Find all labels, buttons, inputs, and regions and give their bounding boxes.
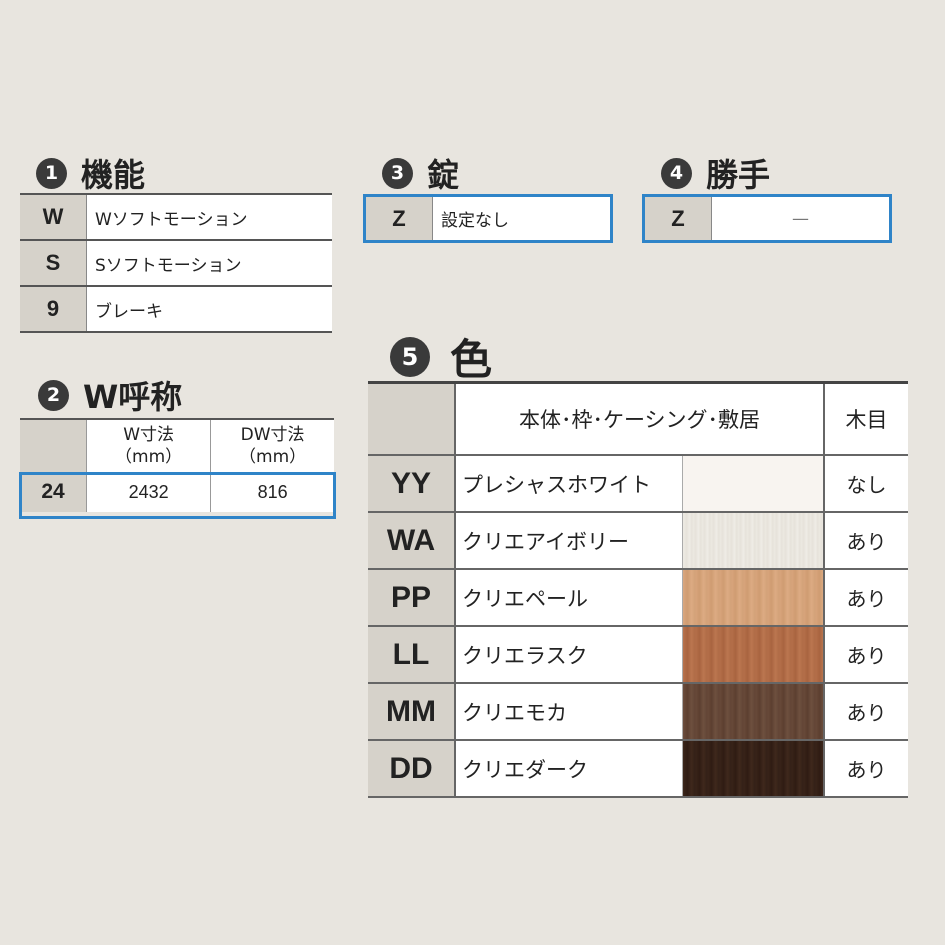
wood-grain-value: あり <box>823 626 908 684</box>
color-code: YY <box>368 455 456 513</box>
color-code: MM <box>368 683 456 741</box>
wood-grain-value: あり <box>823 569 908 627</box>
function-label: ブレーキ <box>86 286 332 333</box>
table-row: YY プレシャスホワイト なし <box>368 455 908 513</box>
color-code: WA <box>368 512 456 570</box>
handing-code: Z <box>645 197 712 240</box>
color-name: クリエアイボリー <box>455 512 683 570</box>
color-name: クリエペール <box>455 569 683 627</box>
handing-label: — <box>712 197 889 240</box>
table-header-row: W寸法 （mm） DW寸法 （mm） <box>20 419 334 472</box>
table-row: 9 ブレーキ <box>20 286 332 333</box>
function-label: Sソフトモーション <box>86 240 332 287</box>
section-handing-label: 勝手 <box>706 156 771 194</box>
table-row: W Wソフトモーション <box>20 194 332 241</box>
lock-selection: Z 設定なし <box>363 194 613 243</box>
header-body-frame: 本体･枠･ケーシング･敷居 <box>455 382 825 456</box>
wood-grain-value: あり <box>823 740 908 798</box>
handing-selection: Z — <box>642 194 892 243</box>
section-color-title: 5 色 <box>390 326 492 387</box>
w-size-value: 2432 <box>86 472 212 512</box>
color-swatch <box>682 740 824 798</box>
lock-code: Z <box>366 197 433 240</box>
table-row: S Sソフトモーション <box>20 240 332 287</box>
color-swatch <box>682 569 824 627</box>
color-name: クリエダーク <box>455 740 683 798</box>
nominal-code: 24 <box>20 472 87 512</box>
header-wood-grain: 木目 <box>824 382 908 456</box>
header-line: W寸法 <box>123 425 174 445</box>
color-name: プレシャスホワイト <box>455 455 683 513</box>
function-code: 9 <box>20 286 87 333</box>
w-nominal-table: W寸法 （mm） DW寸法 （mm） 24 2432 816 <box>20 418 334 512</box>
section-w-nominal-label: W呼称 <box>83 378 183 416</box>
section-function-title: 1 機能 <box>36 150 145 196</box>
lock-label: 設定なし <box>433 197 610 240</box>
header-unit: （mm） <box>115 447 183 467</box>
table-row: WA クリエアイボリー あり <box>368 512 908 570</box>
header-unit: （mm） <box>239 447 307 467</box>
wood-grain-value: あり <box>823 683 908 741</box>
color-swatch <box>682 626 824 684</box>
function-label: Wソフトモーション <box>86 194 332 241</box>
header-w-size: W寸法 （mm） <box>86 419 212 472</box>
header-line: DW寸法 <box>240 425 305 445</box>
corner-cell <box>368 382 456 456</box>
wood-grain-value: なし <box>823 455 908 513</box>
number-badge-2: 2 <box>38 379 69 411</box>
color-table: 本体･枠･ケーシング･敷居 木目 YY プレシャスホワイト なし WA クリエア… <box>368 381 908 798</box>
corner-cell <box>20 419 87 472</box>
section-handing-title: 4 勝手 <box>661 150 770 196</box>
function-table: W Wソフトモーション S Sソフトモーション 9 ブレーキ <box>20 193 332 333</box>
color-swatch <box>682 683 824 741</box>
table-row: PP クリエペール あり <box>368 569 908 627</box>
table-row: LL クリエラスク あり <box>368 626 908 684</box>
table-row: 24 2432 816 <box>20 472 334 512</box>
function-code: W <box>20 194 87 241</box>
section-lock-label: 錠 <box>427 156 460 194</box>
number-badge-1: 1 <box>36 157 67 189</box>
section-lock-title: 3 錠 <box>382 150 459 196</box>
table-row: MM クリエモカ あり <box>368 683 908 741</box>
number-badge-5: 5 <box>390 336 430 377</box>
color-code: LL <box>368 626 456 684</box>
number-badge-3: 3 <box>382 157 413 189</box>
table-header-row: 本体･枠･ケーシング･敷居 木目 <box>368 382 908 456</box>
color-code: PP <box>368 569 456 627</box>
color-code: DD <box>368 740 456 798</box>
section-color-label: 色 <box>450 335 493 384</box>
color-swatch <box>682 455 824 513</box>
color-name: クリエラスク <box>455 626 683 684</box>
function-code: S <box>20 240 87 287</box>
wood-grain-value: あり <box>823 512 908 570</box>
header-dw-size: DW寸法 （mm） <box>210 419 334 472</box>
table-row: DD クリエダーク あり <box>368 740 908 798</box>
section-w-nominal-title: 2 W呼称 <box>38 372 182 418</box>
color-name: クリエモカ <box>455 683 683 741</box>
number-badge-4: 4 <box>661 157 692 189</box>
color-swatch <box>682 512 824 570</box>
dw-size-value: 816 <box>210 472 334 512</box>
section-function-label: 機能 <box>81 156 146 194</box>
